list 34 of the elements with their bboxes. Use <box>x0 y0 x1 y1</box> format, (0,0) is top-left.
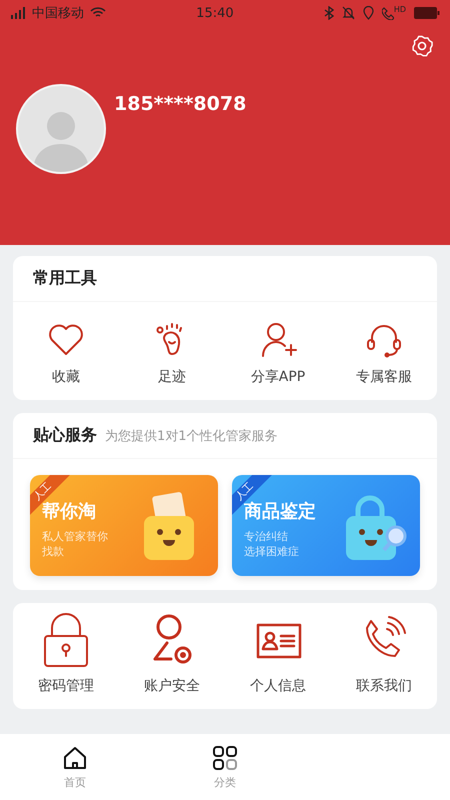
location-icon <box>362 6 374 20</box>
settings-icon[interactable] <box>410 34 434 58</box>
tool-item[interactable]: 收藏 <box>13 320 119 386</box>
call-icon <box>382 6 394 20</box>
account-item[interactable]: 账户安全 <box>119 611 225 695</box>
section-subtitle: 为您提供1对1个性化管家服务 <box>105 428 278 445</box>
clock-time: 15:40 <box>196 6 234 20</box>
muted-bell-icon <box>342 6 355 20</box>
service-card[interactable]: 人工 商品鉴定 专治纠结 选择困难症 <box>232 475 420 576</box>
service-description-line: 找款 <box>42 544 65 558</box>
tool-item[interactable]: 分享APP <box>225 320 331 386</box>
service-description-line: 选择困难症 <box>244 544 300 558</box>
account-item[interactable]: 密码管理 <box>13 611 119 695</box>
battery-icon <box>414 7 440 19</box>
phone-number: 185****8078 <box>114 93 246 115</box>
home-icon <box>62 744 88 770</box>
carrier-name: 中国移动 <box>32 5 84 22</box>
service-description-line: 私人管家替你 <box>42 528 109 544</box>
section-title: 贴心服务 <box>33 425 97 446</box>
section-title: 常用工具 <box>33 268 97 289</box>
lock-icon <box>41 611 91 669</box>
signal-icon <box>10 7 26 19</box>
service-card[interactable]: 人工 帮你淘 私人管家替你 找款 <box>30 475 218 576</box>
service-title: 商品鉴定 <box>244 500 317 522</box>
hd-label: HD <box>394 4 406 14</box>
bluetooth-icon <box>324 6 334 20</box>
account-item[interactable]: 联系我们 <box>331 611 437 695</box>
wifi-icon <box>90 7 106 19</box>
account-item[interactable]: 个人信息 <box>225 611 331 695</box>
service-description-line: 专治纠结 <box>244 528 289 544</box>
tool-item[interactable]: 专属客服 <box>331 320 437 386</box>
tool-item[interactable]: 足迹 <box>119 320 225 386</box>
grid-icon <box>212 744 238 770</box>
service-title: 帮你淘 <box>42 500 97 522</box>
